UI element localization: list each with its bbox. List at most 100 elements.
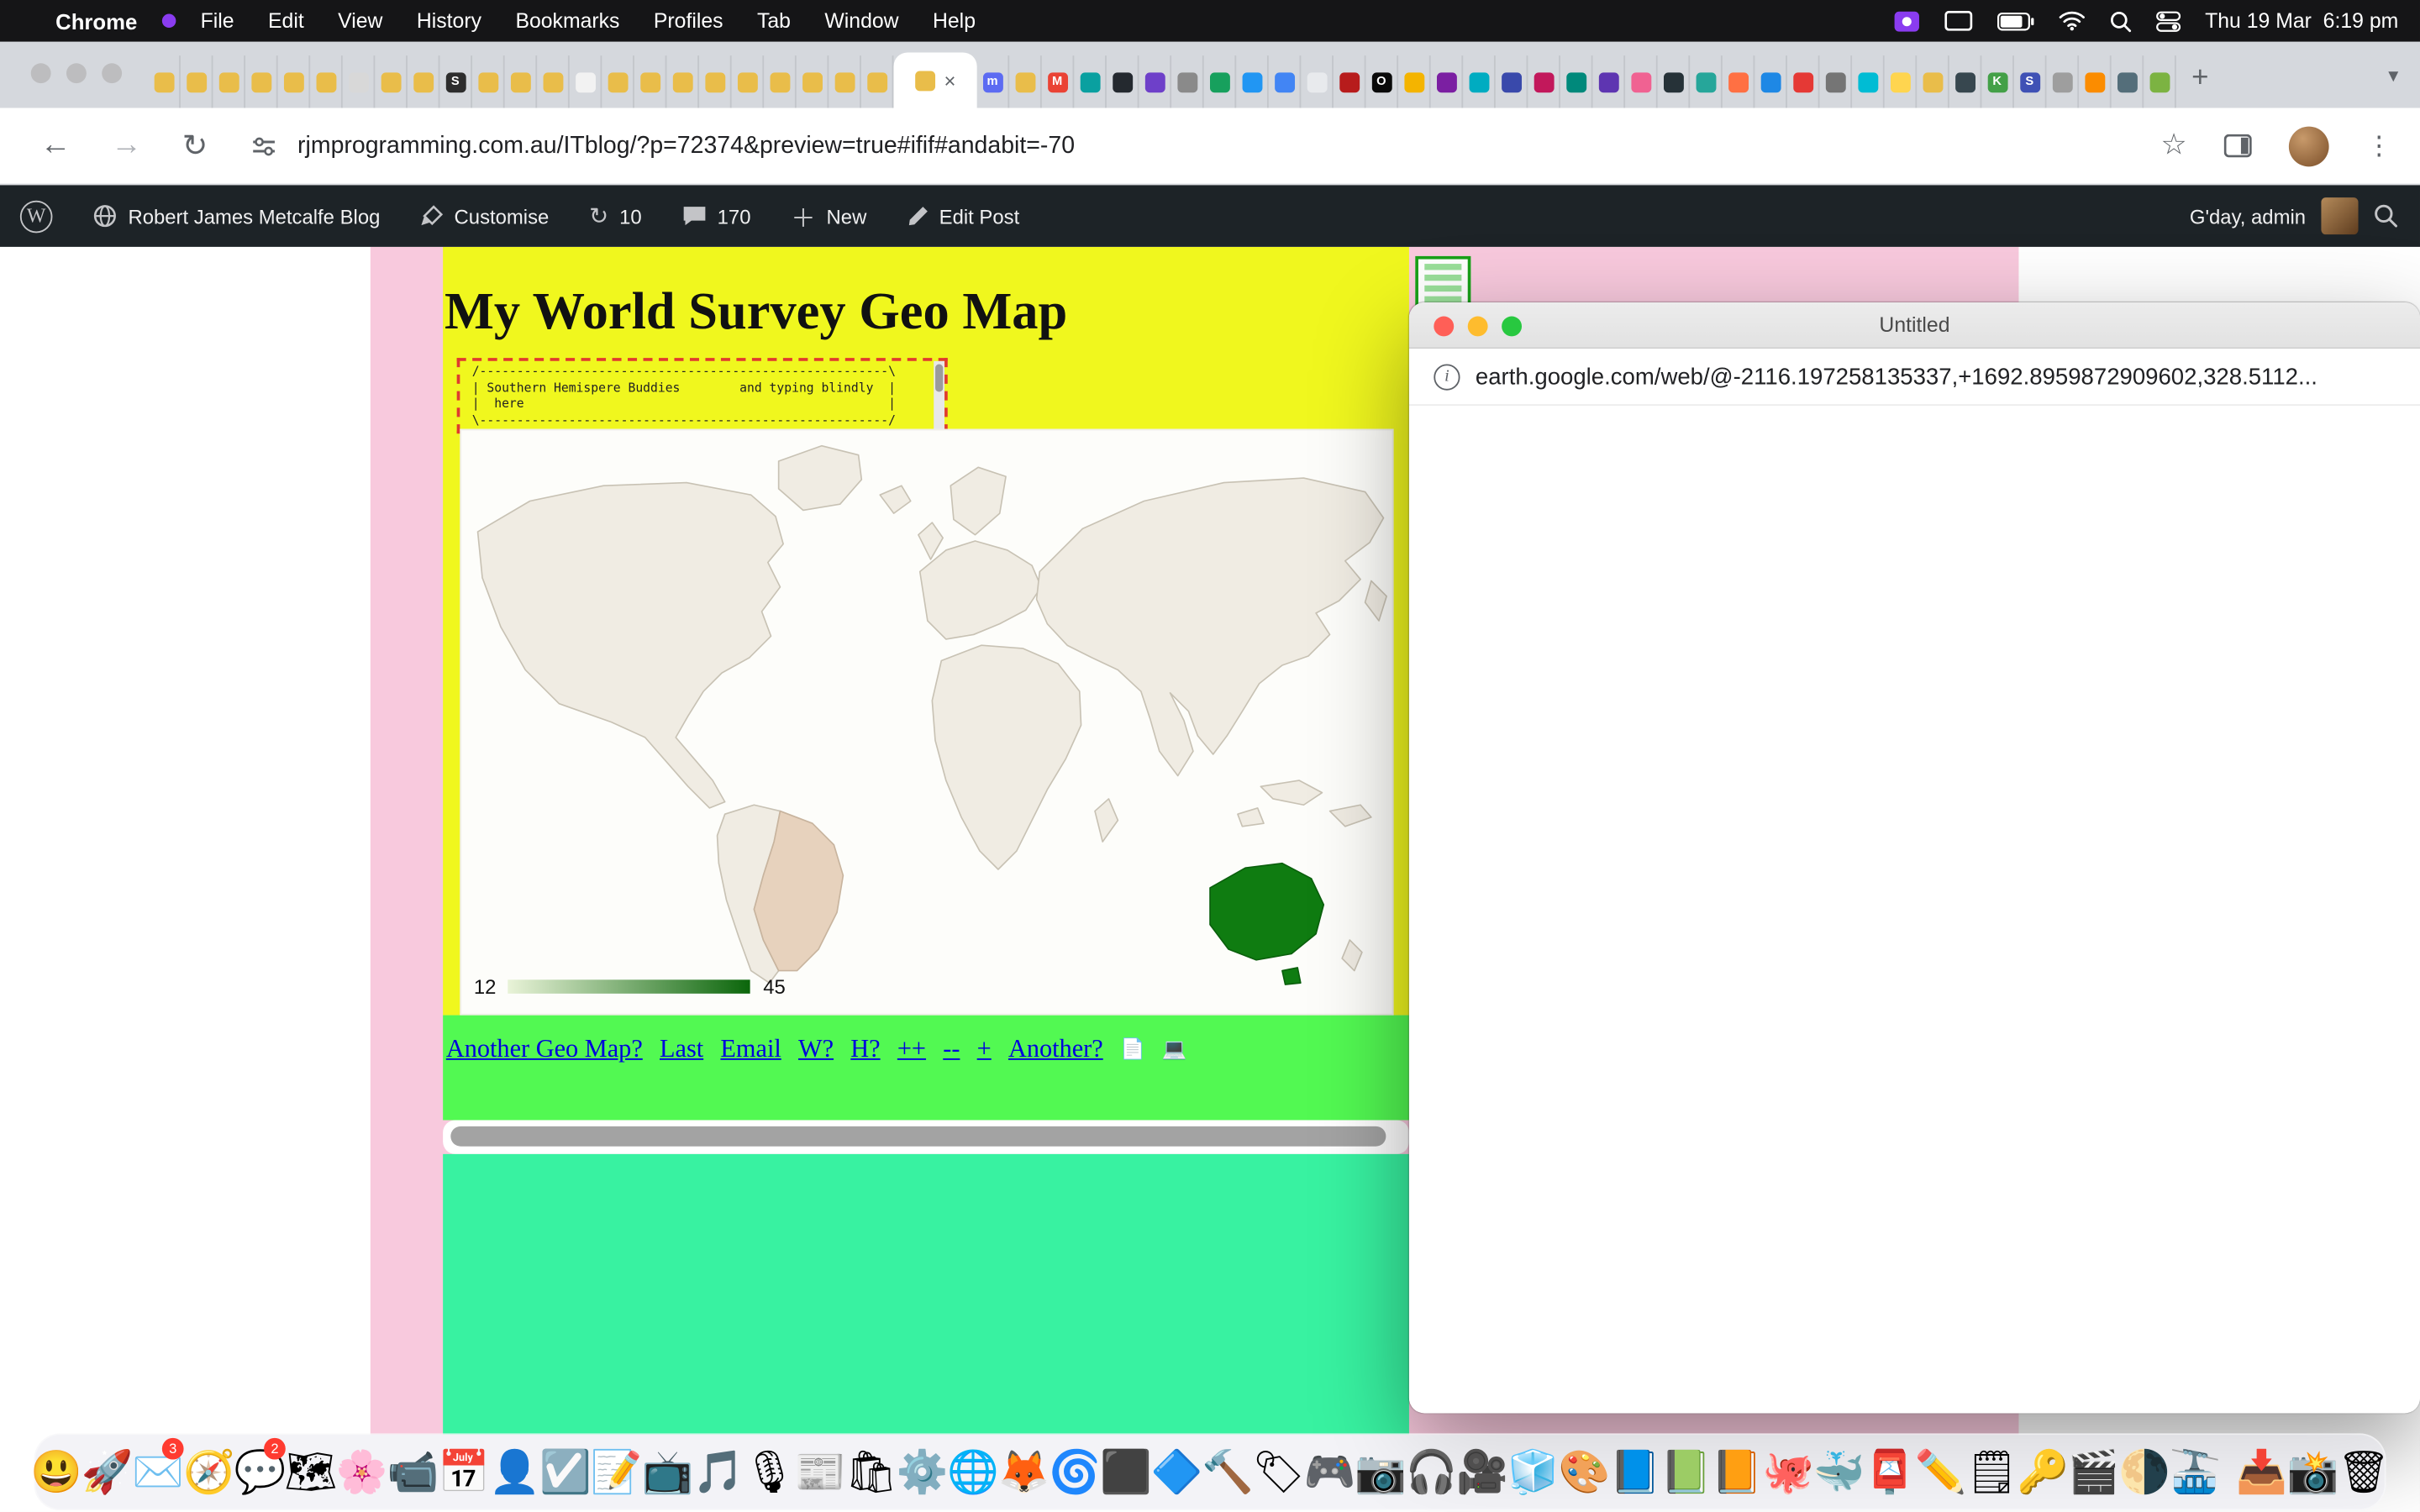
dock-item-facetime[interactable]: 📹	[387, 1438, 439, 1506]
browser-tab[interactable]	[1139, 55, 1172, 108]
earth-window[interactable]: Untitled i earth.google.com/web/@-2116.1…	[1409, 302, 2420, 1413]
browser-tab[interactable]	[1690, 55, 1723, 108]
dock-item-settings[interactable]: ⚙️	[897, 1438, 948, 1506]
browser-tab[interactable]: S	[439, 55, 472, 108]
new-content-menu[interactable]: ＋ New	[771, 185, 886, 246]
browser-tab[interactable]	[310, 55, 343, 108]
menu-item-window[interactable]: Window	[824, 9, 898, 33]
dock-item-word[interactable]: 📘	[1610, 1438, 1661, 1506]
close-window-button[interactable]	[1434, 316, 1454, 336]
browser-tab[interactable]	[278, 55, 311, 108]
battery-icon[interactable]	[1996, 12, 2033, 30]
world-map[interactable]	[461, 430, 1392, 1013]
browser-tab[interactable]	[1334, 55, 1366, 108]
menu-item-bookmarks[interactable]: Bookmarks	[515, 9, 619, 33]
browser-tab[interactable]	[505, 55, 538, 108]
browser-tab[interactable]	[1917, 55, 1949, 108]
admin-avatar[interactable]	[2321, 197, 2358, 234]
dock-item-mail[interactable]: ✉️3	[133, 1438, 184, 1506]
browser-tab[interactable]	[181, 55, 213, 108]
dock-item-news[interactable]: 📰	[795, 1438, 846, 1506]
dock-item-design[interactable]: 🎨	[1559, 1438, 1610, 1506]
browser-tab[interactable]	[699, 55, 732, 108]
display-icon[interactable]	[1944, 11, 1972, 31]
new-tab-button[interactable]: +	[2191, 61, 2208, 95]
dock-item-downloads[interactable]: 📥	[2236, 1438, 2287, 1506]
footer-link-icon[interactable]: 💻	[1162, 1037, 1187, 1061]
dock-item-edge[interactable]: 🌀	[1050, 1438, 1101, 1506]
updates-menu[interactable]: ↻ 10	[569, 185, 661, 246]
browser-tab[interactable]	[343, 55, 376, 108]
browser-tab[interactable]	[1269, 55, 1302, 108]
browser-tab[interactable]	[666, 55, 699, 108]
menu-item-help[interactable]: Help	[933, 9, 976, 33]
dock-item-launchpad[interactable]: 🚀	[82, 1438, 133, 1506]
dock-item-docker[interactable]: 🐳	[1813, 1438, 1865, 1506]
browser-tab[interactable]	[408, 55, 440, 108]
earth-titlebar[interactable]: Untitled	[1409, 302, 2420, 349]
survey-textarea[interactable]: /---------------------------------------…	[457, 358, 948, 433]
browser-tab[interactable]	[148, 55, 181, 108]
browser-tab[interactable]	[1074, 55, 1107, 108]
dock-item-screenshots[interactable]: 📸	[2287, 1438, 2338, 1506]
dock-item-shade[interactable]: 🌗	[2119, 1438, 2170, 1506]
earth-url-bar[interactable]: i earth.google.com/web/@-2116.1972581353…	[1409, 349, 2420, 406]
browser-tab[interactable]	[797, 55, 829, 108]
dock-item-finder[interactable]: 😃	[31, 1438, 82, 1506]
browser-tab[interactable]	[861, 55, 894, 108]
browser-tab[interactable]	[764, 55, 797, 108]
dock-item-trash[interactable]: 🗑	[2338, 1438, 2390, 1506]
spotlight-search-icon[interactable]	[2109, 10, 2131, 32]
menu-item-profiles[interactable]: Profiles	[654, 9, 723, 33]
back-button[interactable]: ←	[40, 128, 71, 163]
footer-link-icon[interactable]: 📄	[1120, 1037, 1145, 1061]
browser-tab[interactable]	[1593, 55, 1626, 108]
menu-item-file[interactable]: File	[201, 9, 234, 33]
dock-item-photos[interactable]: 🌸	[336, 1438, 387, 1506]
browser-tab[interactable]	[570, 55, 602, 108]
browser-tab[interactable]	[732, 55, 765, 108]
browser-tab[interactable]	[1658, 55, 1691, 108]
browser-tab[interactable]	[1236, 55, 1269, 108]
side-panel-icon[interactable]	[2224, 134, 2252, 158]
dock-item-contacts[interactable]: 👤	[489, 1438, 540, 1506]
site-menu[interactable]: Robert James Metcalfe Blog	[72, 185, 400, 246]
browser-tab[interactable]: S	[2014, 55, 2047, 108]
browser-tab[interactable]: K	[1981, 55, 2014, 108]
forward-button[interactable]: →	[111, 128, 142, 163]
dock-item-reminders[interactable]: ☑️	[540, 1438, 592, 1506]
browser-tab[interactable]	[1852, 55, 1885, 108]
horizontal-scrollbar-thumb[interactable]	[450, 1126, 1386, 1147]
dock-item-audio[interactable]: 🎧	[1406, 1438, 1457, 1506]
browser-tab[interactable]	[213, 55, 245, 108]
zoom-window-button[interactable]	[102, 63, 122, 83]
browser-tab[interactable]	[537, 55, 570, 108]
dock-item-vlc[interactable]: 🎬	[2068, 1438, 2119, 1506]
browser-tab[interactable]	[2144, 55, 2176, 108]
menu-bar-clock[interactable]: Thu 19 Mar 6:19 pm	[2205, 9, 2398, 33]
close-window-button[interactable]	[31, 63, 51, 83]
browser-tab[interactable]	[1398, 55, 1431, 108]
dock-item-passwords[interactable]: 🔑	[2018, 1438, 2069, 1506]
dock-item-podcasts[interactable]: 🎙	[744, 1438, 795, 1506]
dock-item-chrome[interactable]: 🌐	[948, 1438, 999, 1506]
dock-item-camera[interactable]: 📷	[1355, 1438, 1407, 1506]
dock-item-video[interactable]: 🎥	[1457, 1438, 1508, 1506]
browser-tab[interactable]	[2079, 55, 2112, 108]
admin-search-icon[interactable]	[2374, 203, 2420, 228]
reload-button[interactable]: ↻	[182, 127, 208, 165]
dock-item-games[interactable]: 🎮	[1304, 1438, 1355, 1506]
customize-menu[interactable]: Customise	[400, 185, 569, 246]
wp-logo-menu[interactable]: W	[0, 185, 72, 246]
dock-item-vscode[interactable]: 🔷	[1151, 1438, 1202, 1506]
minimize-window-button[interactable]	[1468, 316, 1488, 336]
info-icon[interactable]: i	[1434, 364, 1460, 390]
dock-item-terminal[interactable]: ⬛	[1101, 1438, 1152, 1506]
earth-url-text[interactable]: earth.google.com/web/@-2116.197258135337…	[1476, 364, 2317, 390]
footer-link[interactable]: --	[943, 1034, 960, 1065]
dock-item-messages[interactable]: 💬2	[234, 1438, 286, 1506]
browser-tab[interactable]	[1301, 55, 1334, 108]
footer-link[interactable]: Another?	[1008, 1034, 1103, 1065]
dock-item-excel[interactable]: 📗	[1660, 1438, 1712, 1506]
footer-link[interactable]: Last	[660, 1034, 703, 1065]
